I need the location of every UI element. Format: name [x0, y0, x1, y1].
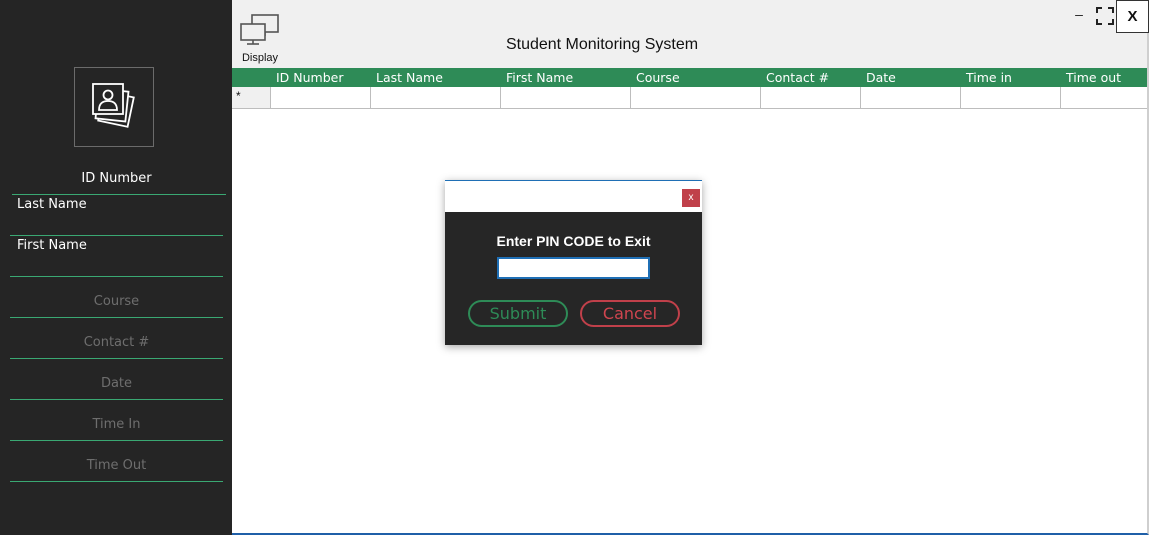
- first-name-underline: [10, 276, 223, 277]
- display-button[interactable]: Display: [238, 12, 282, 66]
- column-header-contact[interactable]: Contact #: [766, 70, 829, 85]
- maximize-button[interactable]: [1096, 7, 1114, 25]
- column-header-time-out[interactable]: Time out: [1066, 70, 1121, 85]
- last-name-field: Last Name: [17, 197, 87, 212]
- table-row: *: [232, 87, 1147, 109]
- last-name-underline: [10, 235, 223, 236]
- cell-course[interactable]: [630, 87, 760, 108]
- course-field: Course: [93, 294, 140, 309]
- close-button[interactable]: X: [1116, 0, 1149, 33]
- student-photo: [74, 67, 154, 147]
- time-in-underline: [10, 440, 223, 441]
- contact-field: Contact #: [83, 335, 150, 350]
- top-bar: Display Student Monitoring System – X: [232, 0, 1149, 68]
- time-out-field: Time Out: [86, 458, 147, 473]
- time-in-field: Time In: [92, 417, 141, 432]
- dialog-close-button[interactable]: x: [682, 189, 700, 207]
- contact-underline: [10, 358, 223, 359]
- cell-contact[interactable]: [760, 87, 860, 108]
- course-underline: [10, 317, 223, 318]
- new-row-marker[interactable]: *: [232, 87, 270, 108]
- cell-id-number[interactable]: [270, 87, 370, 108]
- column-header-date[interactable]: Date: [866, 70, 896, 85]
- cell-first-name[interactable]: [500, 87, 630, 108]
- column-header-course[interactable]: Course: [636, 70, 680, 85]
- id-number-underline: [12, 194, 226, 195]
- date-underline: [10, 399, 223, 400]
- column-header-id-number[interactable]: ID Number: [276, 70, 344, 85]
- fullscreen-icon: [1096, 7, 1114, 25]
- first-name-field: First Name: [17, 238, 87, 253]
- display-label: Display: [241, 52, 279, 64]
- dialog-titlebar: x: [445, 181, 702, 212]
- pin-prompt: Enter PIN CODE to Exit: [496, 233, 651, 249]
- time-out-underline: [10, 481, 223, 482]
- pin-dialog: x Enter PIN CODE to Exit Submit Cancel: [445, 180, 702, 345]
- column-header-time-in[interactable]: Time in: [966, 70, 1012, 85]
- cell-time-in[interactable]: [960, 87, 1060, 108]
- monitors-icon: [240, 14, 279, 45]
- cell-last-name[interactable]: [370, 87, 500, 108]
- cancel-button[interactable]: Cancel: [580, 300, 680, 327]
- column-header-first-name[interactable]: First Name: [506, 70, 573, 85]
- pin-input[interactable]: [497, 257, 650, 279]
- minimize-button[interactable]: –: [1072, 6, 1086, 26]
- date-field: Date: [100, 376, 133, 391]
- id-number-field: ID Number: [81, 171, 152, 186]
- submit-button[interactable]: Submit: [468, 300, 568, 327]
- cell-date[interactable]: [860, 87, 960, 108]
- cell-time-out[interactable]: [1060, 87, 1147, 108]
- photo-gallery-icon: [92, 83, 135, 128]
- grid-header: ID Number Last Name First Name Course Co…: [232, 68, 1147, 87]
- app-title: Student Monitoring System: [505, 36, 699, 53]
- sidebar: ID Number Last Name First Name Course Co…: [0, 0, 232, 535]
- column-header-last-name[interactable]: Last Name: [376, 70, 443, 85]
